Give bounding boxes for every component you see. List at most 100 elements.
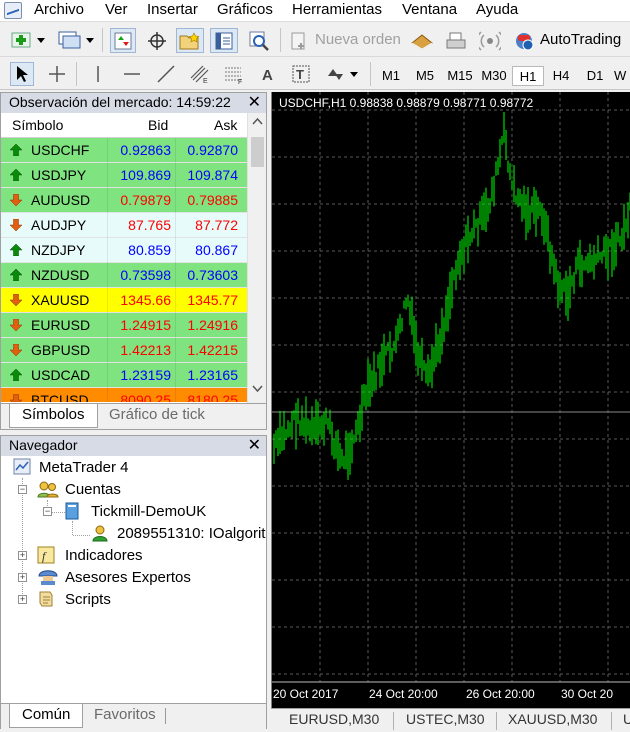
crosshair-tool[interactable]: [44, 62, 70, 86]
signals-button[interactable]: [476, 28, 504, 53]
menu-ver[interactable]: Ver: [105, 1, 128, 18]
arrow-up-icon: [10, 269, 22, 281]
market-watch-scrollbar[interactable]: [247, 113, 266, 403]
new-order-icon-button[interactable]: [288, 28, 310, 53]
tree-accounts[interactable]: Cuentas: [65, 481, 121, 498]
market-watch-icon: [114, 32, 132, 49]
timeframe-m1[interactable]: M1: [377, 66, 405, 86]
tree-root[interactable]: MetaTrader 4: [39, 459, 128, 476]
row-symbol: XAUUSD: [31, 292, 90, 308]
row-symbol: USDJPY: [31, 167, 87, 183]
tab-symbols[interactable]: Símbolos: [9, 404, 98, 428]
text-label-icon: T: [292, 65, 310, 83]
equidistant-channel-tool[interactable]: E: [187, 62, 213, 86]
tree-server[interactable]: Tickmill-DemoUK: [91, 503, 206, 520]
market-watch-button[interactable]: [110, 28, 136, 53]
cursor-tool[interactable]: [10, 62, 34, 86]
market-watch-row[interactable]: NZDJPY 80.859 80.867: [1, 238, 247, 263]
tree-scripts[interactable]: Scripts: [65, 591, 111, 608]
menu-herramientas[interactable]: Herramientas: [292, 1, 382, 18]
arrow-down-icon: [10, 394, 22, 402]
indicators-icon: f: [37, 546, 55, 564]
chevron-up-icon[interactable]: [252, 117, 263, 125]
market-watch-row[interactable]: GBPUSD 1.42213 1.42215: [1, 338, 247, 363]
timeframe-h4[interactable]: H4: [546, 66, 576, 86]
chart-tab-ustec[interactable]: USTEC,M30: [406, 711, 485, 727]
text-label-tool[interactable]: T: [289, 62, 313, 86]
signal-icon: [479, 30, 501, 51]
timeframe-m30[interactable]: M30: [478, 66, 510, 86]
row-symbol: NZDUSD: [31, 267, 90, 283]
chart-tab-more[interactable]: U: [623, 711, 630, 727]
metaeditor-button[interactable]: [408, 28, 436, 53]
market-watch-row[interactable]: BTCUSD 8090.25 8180.25: [1, 388, 247, 402]
new-chart-button[interactable]: [10, 29, 46, 51]
chart-tab-xauusd[interactable]: XAUUSD,M30: [508, 711, 597, 727]
expand-indicators-icon[interactable]: +: [18, 551, 27, 560]
timeframe-m15[interactable]: M15: [444, 66, 476, 86]
x-tick-label: 30 Oct 20: [561, 687, 614, 701]
market-watch-row[interactable]: USDCHF 0.92863 0.92870: [1, 138, 247, 163]
horizontal-line-tool[interactable]: [120, 62, 144, 86]
standard-toolbar: Nueva orden AutoTrading: [0, 23, 630, 57]
timeframe-w1[interactable]: W: [614, 66, 630, 86]
text-tool[interactable]: A: [256, 62, 280, 86]
autotrading-icon-button[interactable]: [510, 28, 538, 53]
account-history-button[interactable]: [442, 28, 470, 53]
tree-experts[interactable]: Asesores Expertos: [65, 569, 191, 586]
terminal-button[interactable]: [210, 28, 238, 53]
tree-indicators[interactable]: Indicadores: [65, 547, 143, 564]
market-watch-row[interactable]: NZDUSD 0.73598 0.73603: [1, 263, 247, 288]
magnifier-chart-icon: [249, 31, 269, 51]
expand-experts-icon[interactable]: +: [18, 573, 27, 582]
chart-tab-eurusd[interactable]: EURUSD,M30: [289, 711, 379, 727]
navigator-button[interactable]: [176, 28, 204, 53]
expand-scripts-icon[interactable]: +: [18, 595, 27, 604]
timeframe-m5[interactable]: M5: [410, 66, 440, 86]
menu-archivo[interactable]: Archivo: [34, 1, 84, 18]
data-window-button[interactable]: [144, 28, 170, 53]
header-bid[interactable]: Bid: [148, 117, 168, 133]
arrow-up-icon: [10, 244, 22, 256]
menu-ayuda[interactable]: Ayuda: [476, 1, 518, 18]
profiles-button[interactable]: [57, 29, 95, 51]
timeframe-d1[interactable]: D1: [580, 66, 610, 86]
close-icon[interactable]: ✕: [248, 93, 261, 112]
arrow-down-icon: [10, 319, 22, 331]
market-watch-row[interactable]: USDCAD 1.23159 1.23165: [1, 363, 247, 388]
market-watch-row[interactable]: AUDUSD 0.79879 0.79885: [1, 188, 247, 213]
new-order-button[interactable]: Nueva orden: [315, 31, 401, 48]
trendline-tool[interactable]: [154, 62, 178, 86]
menu-ventana[interactable]: Ventana: [402, 1, 457, 18]
header-symbol[interactable]: Símbolo: [12, 117, 63, 133]
row-symbol: BTCUSD: [31, 392, 89, 402]
vertical-line-tool[interactable]: [86, 62, 110, 86]
market-watch-row[interactable]: XAUUSD 1345.66 1345.77: [1, 288, 247, 313]
tab-common[interactable]: Común: [9, 704, 84, 728]
arrow-up-icon: [10, 369, 22, 381]
price-chart[interactable]: USDCHF,H1 0.98838 0.98879 0.98771 0.9877…: [271, 92, 630, 708]
arrows-tool[interactable]: [322, 62, 360, 86]
strategy-tester-button[interactable]: [245, 28, 273, 53]
collapse-server-icon[interactable]: −: [43, 507, 52, 516]
fibonacci-tool[interactable]: F: [221, 62, 247, 86]
row-ask: 1.42215: [187, 342, 238, 358]
row-bid: 1.24915: [120, 317, 171, 333]
chevron-down-icon[interactable]: [252, 385, 263, 393]
close-icon[interactable]: ✕: [248, 436, 261, 455]
timeframe-h1[interactable]: H1: [512, 66, 544, 86]
header-ask[interactable]: Ask: [214, 117, 237, 133]
tab-favorites[interactable]: Favoritos: [82, 704, 168, 728]
tab-tick-chart[interactable]: Gráfico de tick: [97, 404, 217, 428]
scrollbar-thumb[interactable]: [251, 137, 264, 167]
menu-insertar[interactable]: Insertar: [147, 1, 198, 18]
row-symbol: EURUSD: [31, 317, 91, 333]
market-watch-row[interactable]: EURUSD 1.24915 1.24916: [1, 313, 247, 338]
tree-account[interactable]: 2089551310: IOalgorit: [117, 525, 265, 542]
market-watch-row[interactable]: USDJPY 109.869 109.874: [1, 163, 247, 188]
market-watch-row[interactable]: AUDJPY 87.765 87.772: [1, 213, 247, 238]
fibonacci-icon: F: [225, 67, 242, 84]
menu-graficos[interactable]: Gráficos: [217, 1, 273, 18]
collapse-accounts-icon[interactable]: −: [18, 485, 27, 494]
autotrading-button[interactable]: AutoTrading: [540, 31, 621, 48]
